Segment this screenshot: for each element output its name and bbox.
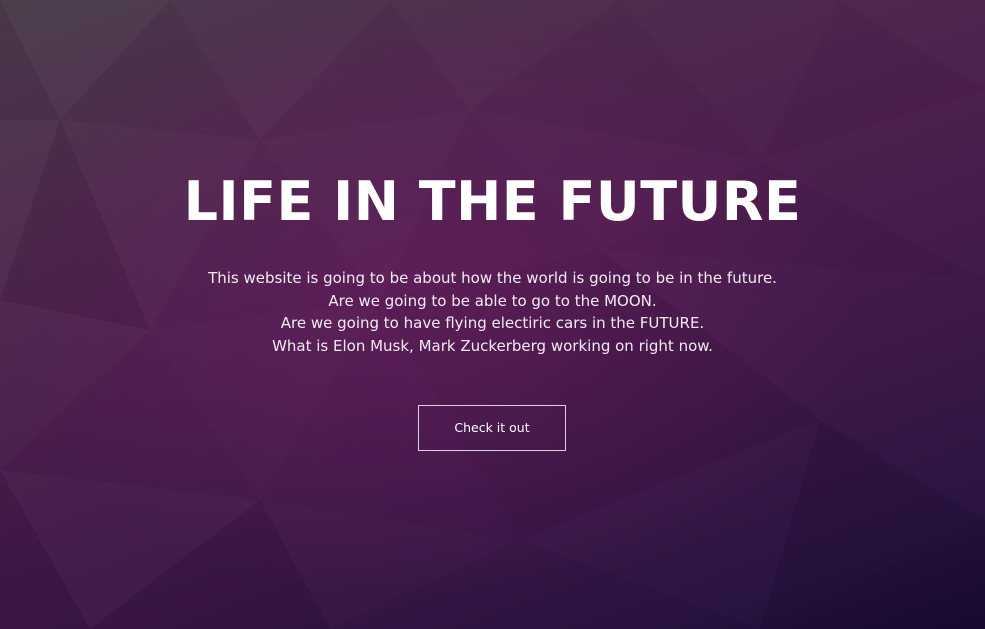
description-line: This website is going to be about how th… bbox=[208, 269, 777, 287]
description-line: What is Elon Musk, Mark Zuckerberg worki… bbox=[272, 336, 713, 355]
description-line: Are we going to have flying electiric ca… bbox=[280, 314, 705, 332]
page-title: LIFE IN THE FUTURE bbox=[183, 170, 802, 233]
hero-description: This website is going to be about how th… bbox=[0, 267, 985, 357]
hero-content: LIFE IN THE FUTURE This website is going… bbox=[0, 0, 985, 629]
description-line: Are we going to be able to go to the MOO… bbox=[328, 291, 657, 310]
hero-section: LIFE IN THE FUTURE This website is going… bbox=[0, 0, 985, 629]
check-it-out-button[interactable]: Check it out bbox=[418, 405, 566, 451]
